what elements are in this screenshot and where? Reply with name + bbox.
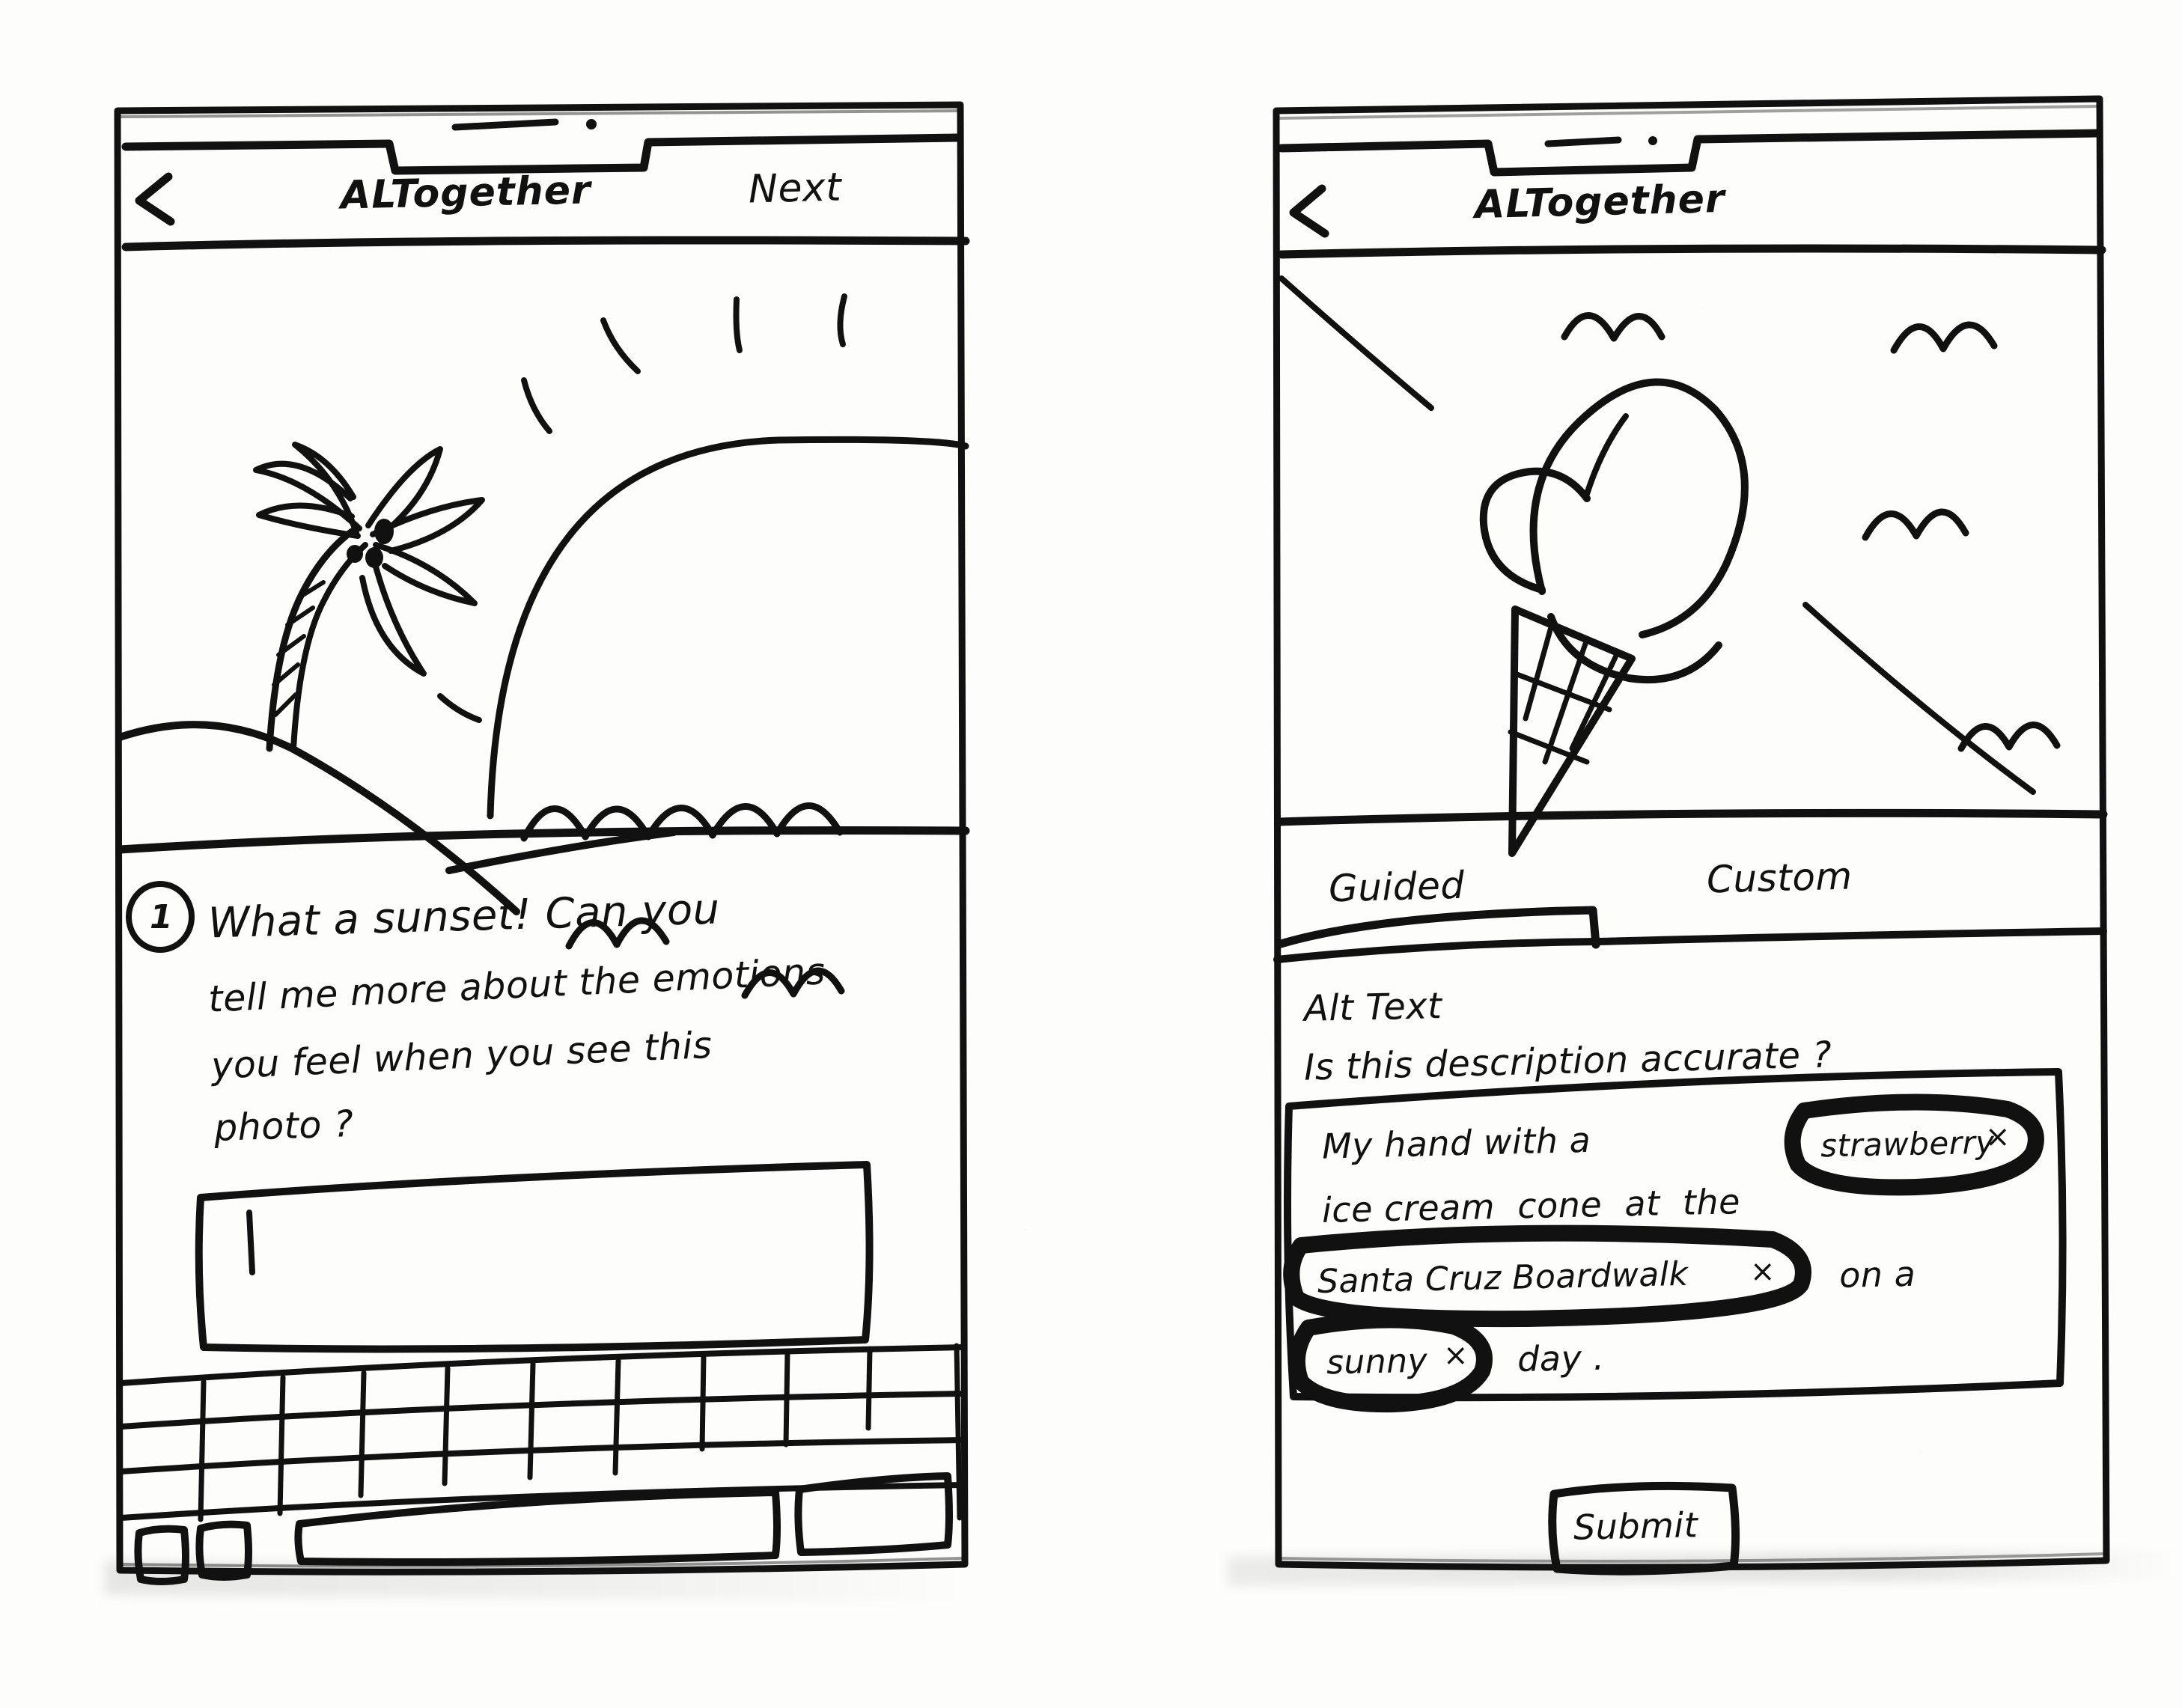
- scoop-top: [1529, 378, 1749, 638]
- notch-camera-right: [1648, 136, 1657, 145]
- next-button[interactable]: Next: [748, 165, 841, 212]
- bird-tick-5: [437, 693, 482, 723]
- question-line-4: photo ?: [213, 1102, 355, 1150]
- alt-text-line-4-suffix: day .: [1505, 1337, 1606, 1380]
- answer-input-box[interactable]: [195, 1161, 874, 1353]
- wave-mark-2: [1890, 321, 1998, 354]
- scoop-highlight: [1584, 413, 1629, 497]
- header-divider-left: [121, 236, 970, 251]
- photo-divider-right: [1274, 808, 2108, 826]
- wave-mark-3: [1862, 508, 1969, 541]
- header-divider-right: [1277, 244, 2106, 259]
- bird-tick-1: [600, 317, 641, 374]
- tab-custom[interactable]: Custom: [1706, 854, 1853, 901]
- text-caret: [246, 1210, 255, 1275]
- alt-text-line-1-prefix: My hand with a: [1321, 1119, 1603, 1167]
- kbd-row-line-3: [118, 1437, 967, 1474]
- chip-boardwalk-label[interactable]: Santa Cruz Boardwalk: [1317, 1255, 1689, 1301]
- kbd-row-line-2: [118, 1391, 967, 1430]
- palm-trunk-2: [290, 542, 368, 751]
- diagonal-line-1: [1279, 275, 1434, 411]
- notch-speaker: [451, 118, 559, 131]
- coconut-1: [374, 519, 394, 544]
- frond-3: [256, 502, 361, 539]
- bird-tick-3: [837, 293, 847, 347]
- sun-arc: [487, 436, 969, 820]
- chip-sunny-remove-x-icon[interactable]: ×: [1443, 1338, 1469, 1373]
- back-chevron-left: [135, 172, 175, 226]
- kbd-row-line-1: [118, 1344, 967, 1386]
- screen-left-sketch: [114, 101, 970, 1585]
- screen-right-sketch: [1273, 95, 2110, 1576]
- chip-strawberry-remove-x-icon[interactable]: ×: [1985, 1120, 2011, 1154]
- app-title-left: ALTogether: [340, 168, 592, 219]
- bird-tick-4: [521, 377, 552, 434]
- alt-text-line-3-suffix: on a: [1827, 1253, 1916, 1296]
- status-bar-notch-right: [1277, 129, 2100, 177]
- ice-cream-cone-illustration: [1279, 275, 2061, 857]
- chip-sunny-label[interactable]: sunny: [1326, 1342, 1427, 1382]
- chip-boardwalk-remove-x-icon[interactable]: ×: [1750, 1254, 1776, 1289]
- alt-text-heading: Alt Text: [1303, 985, 1442, 1030]
- notch-camera: [586, 119, 597, 129]
- hill-left: [116, 721, 520, 915]
- frond-4: [365, 446, 443, 531]
- notch-speaker-right: [1544, 136, 1622, 147]
- app-title-right: ALTogether: [1474, 176, 1726, 228]
- wave-mark-1: [1561, 312, 1666, 342]
- question-number: 1: [150, 898, 174, 936]
- screen-left-guided-question: ALTogether Next 1 What a sunset! Can you…: [0, 0, 1048, 1647]
- screen-right-alt-text-review: ALTogether Guided Custom Alt Text Is thi…: [1213, 0, 2182, 1647]
- bird-tick-2: [733, 296, 743, 353]
- coconut-3: [347, 545, 363, 563]
- chip-strawberry-label[interactable]: strawberry: [1820, 1124, 1996, 1165]
- tab-guided[interactable]: Guided: [1328, 864, 1465, 911]
- tabs-baseline: [1273, 927, 2107, 963]
- on-screen-keyboard[interactable]: [118, 1343, 967, 1585]
- diagonal-line-2: [1802, 602, 2036, 795]
- back-chevron-right: [1289, 184, 1329, 238]
- submit-button-label[interactable]: Submit: [1573, 1504, 1698, 1547]
- coconut-2: [365, 547, 383, 568]
